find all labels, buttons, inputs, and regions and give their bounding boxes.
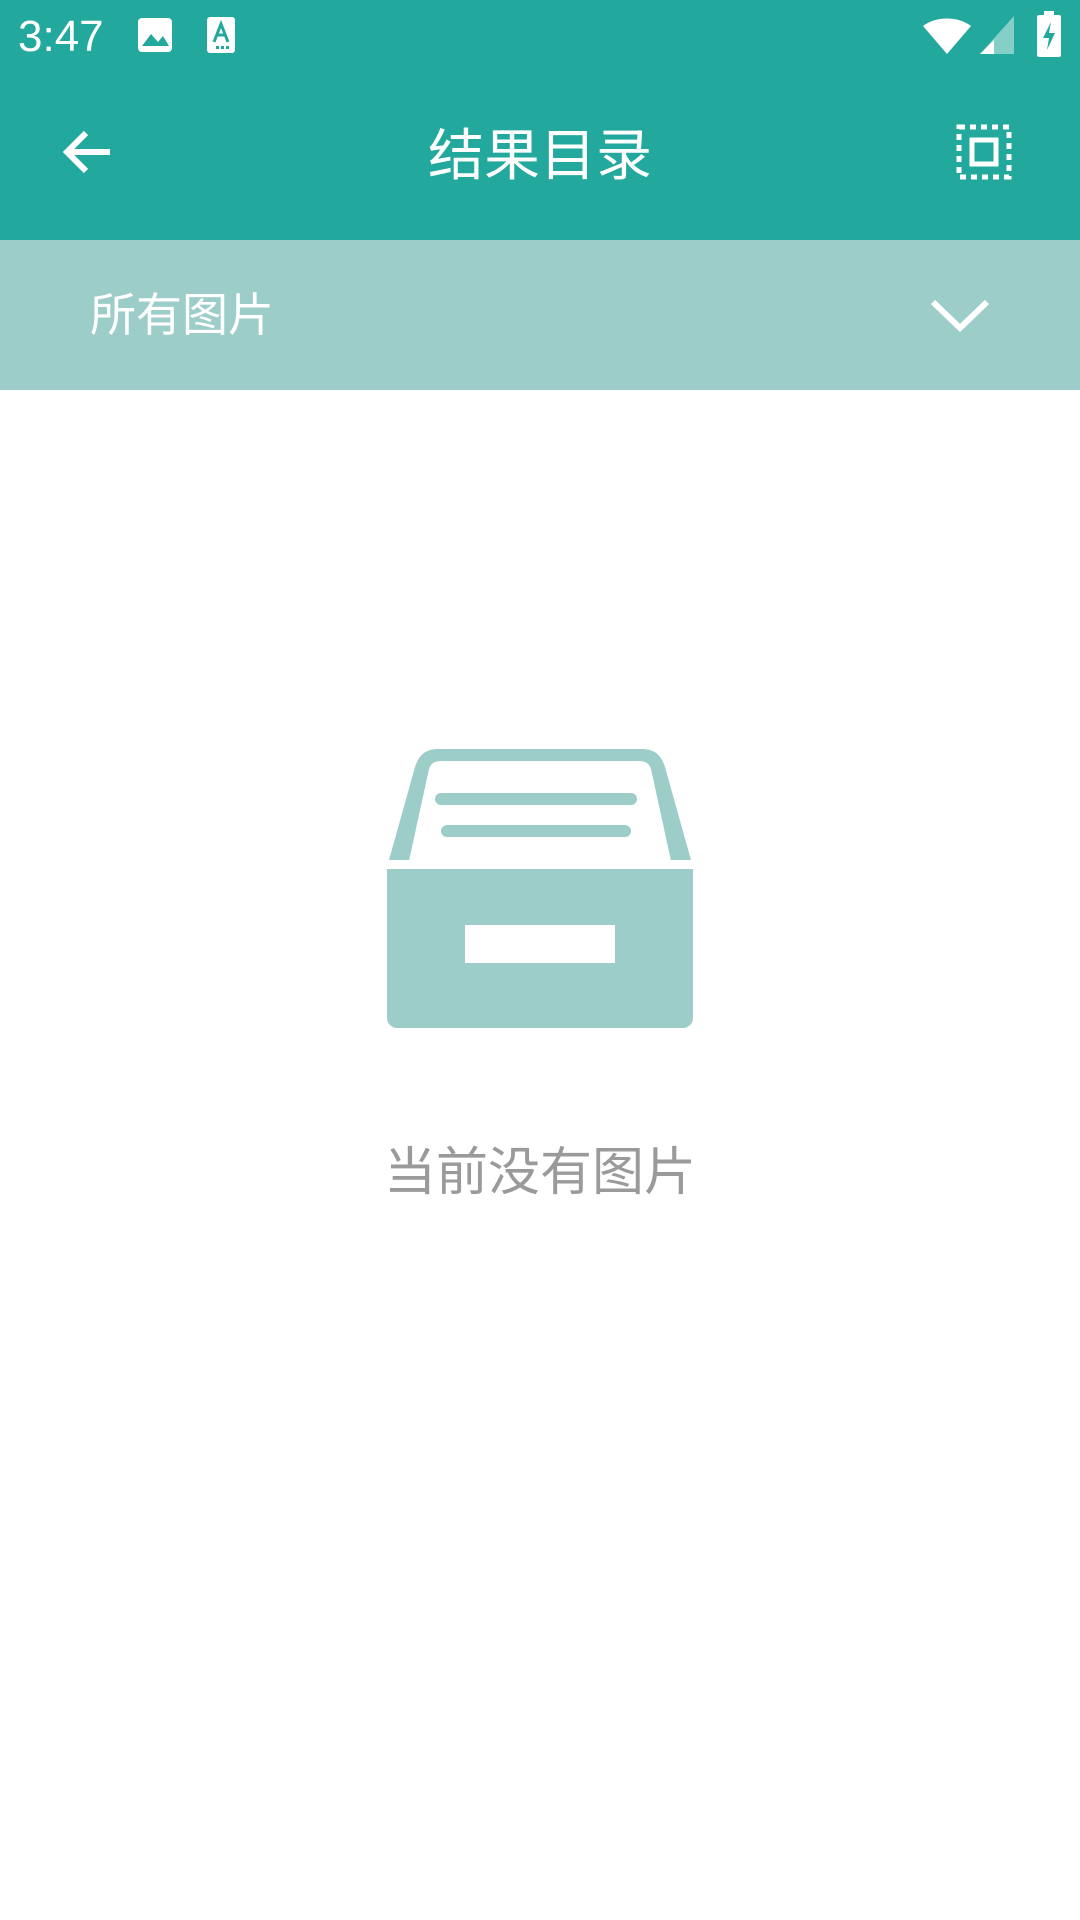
select-all-button[interactable] xyxy=(940,112,1028,192)
page-title: 结果目录 xyxy=(428,124,652,189)
arrow-left-icon xyxy=(62,130,110,174)
signal-icon xyxy=(980,16,1014,54)
app-bar: 结果目录 xyxy=(0,74,1080,240)
filter-selected-label: 所有图片 xyxy=(90,288,274,342)
battery-charging-icon xyxy=(1037,11,1061,57)
status-bar: 3:47 xyxy=(0,0,1080,74)
chevron-down-icon xyxy=(930,299,990,333)
back-button[interactable] xyxy=(40,112,136,192)
select-all-icon xyxy=(956,124,1012,180)
wifi-icon xyxy=(923,18,971,54)
image-filter-dropdown[interactable]: 所有图片 xyxy=(0,240,1080,390)
image-notification-icon xyxy=(138,18,172,52)
text-notification-icon xyxy=(207,17,235,53)
empty-drawer-icon xyxy=(387,749,693,1028)
empty-state-message: 当前没有图片 xyxy=(383,1143,696,1203)
status-time: 3:47 xyxy=(18,12,104,61)
